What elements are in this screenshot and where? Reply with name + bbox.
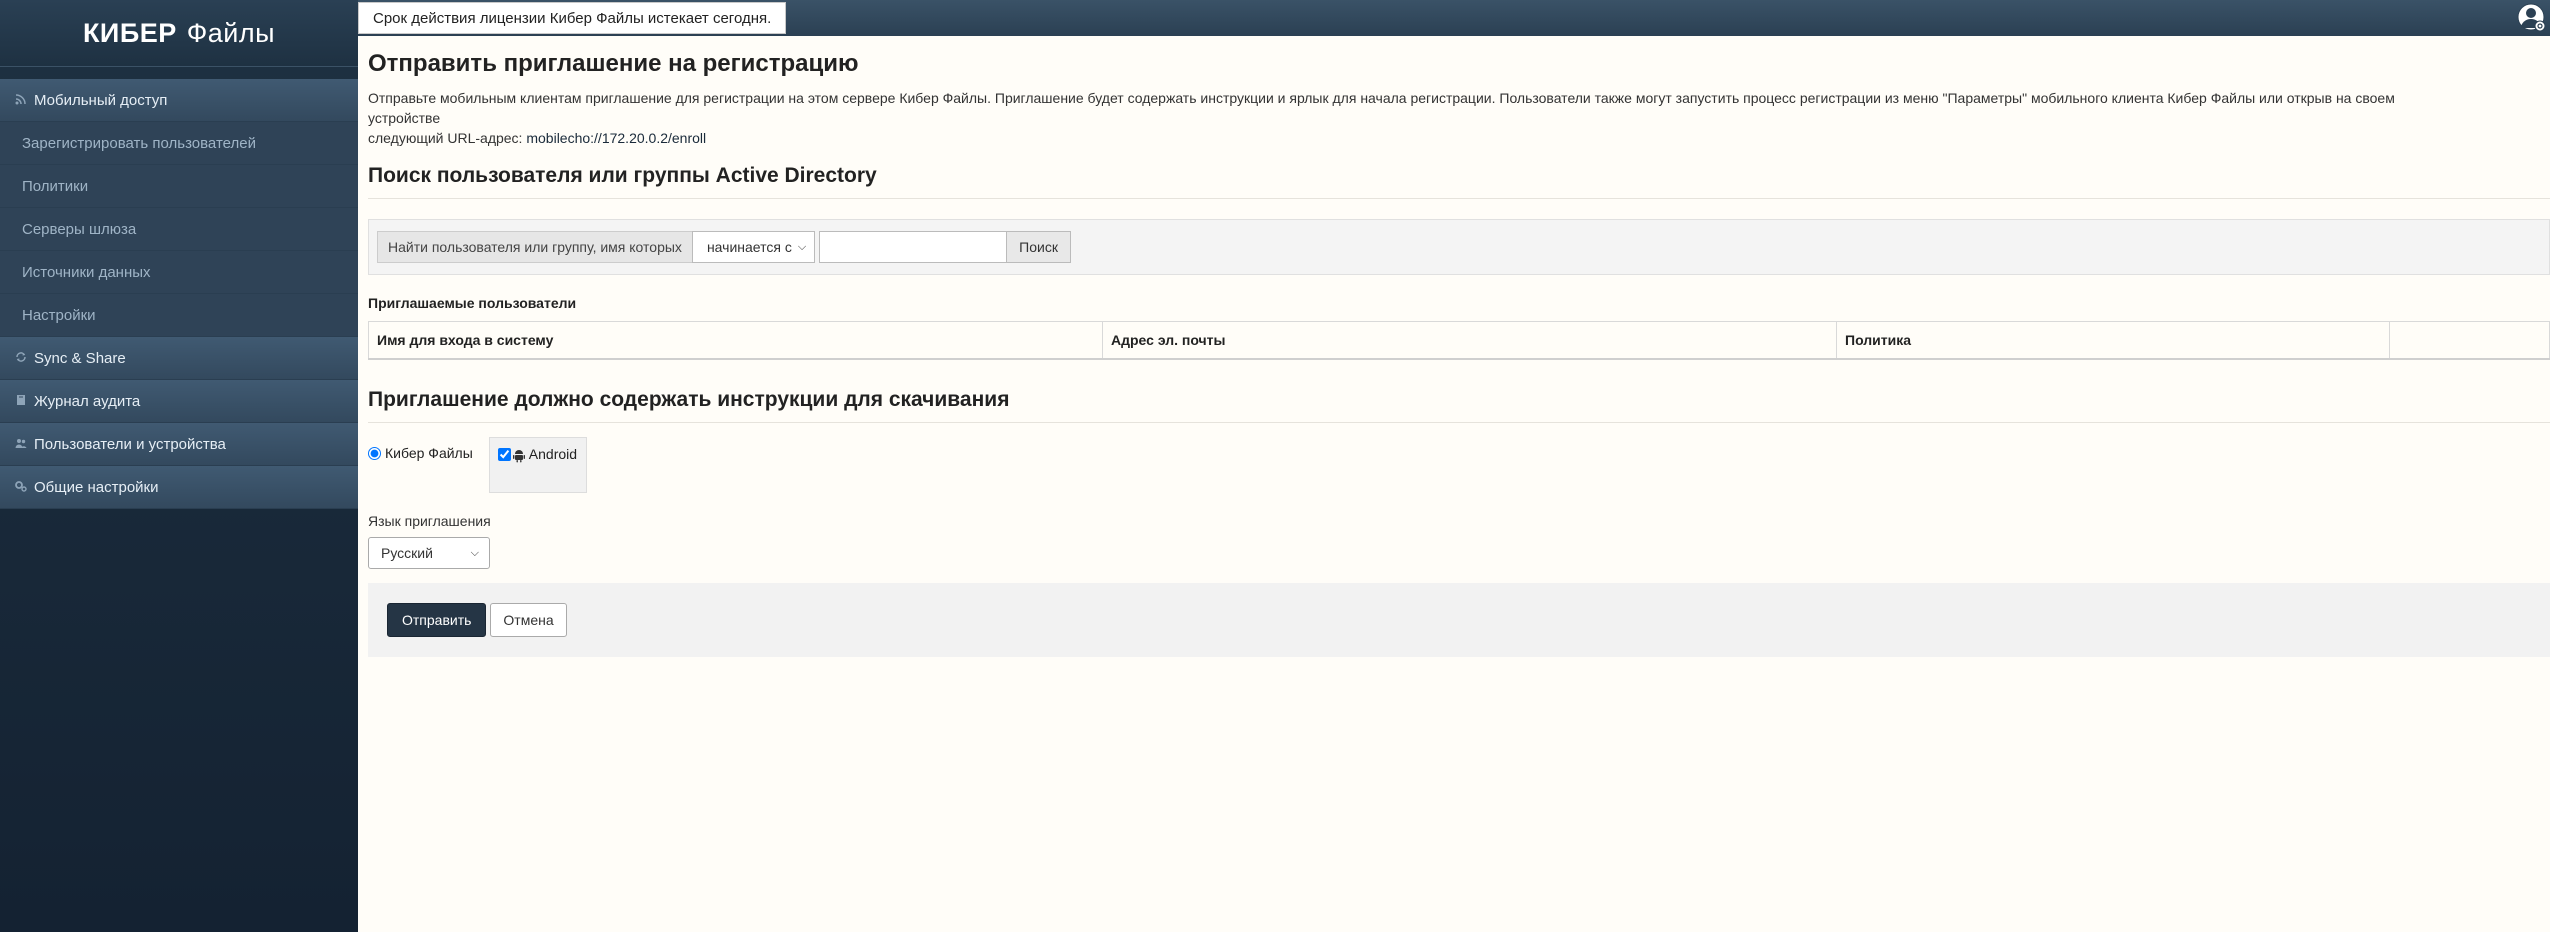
license-notice: Срок действия лицензии Кибер Файлы истек… <box>358 2 787 34</box>
column-header-actions <box>2389 321 2550 360</box>
app-logo[interactable]: КИБЕР Файлы <box>0 0 358 67</box>
download-options: Кибер Файлы Android <box>368 437 2550 493</box>
sidebar-section-label: Журнал аудита <box>34 392 141 410</box>
app-radio-label: Кибер Файлы <box>385 445 473 461</box>
user-avatar-icon[interactable] <box>2516 2 2546 32</box>
search-section-title: Поиск пользователя или группы Active Dir… <box>368 164 2550 199</box>
users-icon <box>14 437 28 451</box>
android-label: Android <box>528 446 578 462</box>
sidebar-item-enroll-users[interactable]: Зарегистрировать пользователей <box>0 122 358 165</box>
sidebar-item-settings[interactable]: Настройки <box>0 294 358 337</box>
table-header-row: Имя для входа в систему Адрес эл. почты … <box>368 321 2550 360</box>
language-value: Русский <box>381 545 433 561</box>
logo-brand: КИБЕР <box>82 17 177 48</box>
cancel-button[interactable]: Отмена <box>490 603 567 637</box>
column-header-email[interactable]: Адрес эл. почты <box>1102 321 1837 360</box>
sidebar-section-mobile-access[interactable]: Мобильный доступ <box>0 79 358 122</box>
rss-icon <box>14 93 28 107</box>
sidebar-section-users-devices[interactable]: Пользователи и устройства <box>0 423 358 466</box>
search-button[interactable]: Поиск <box>1006 231 1071 263</box>
sidebar-item-policies[interactable]: Политики <box>0 165 358 208</box>
sidebar-item-data-sources[interactable]: Источники данных <box>0 251 358 294</box>
book-icon <box>14 394 28 408</box>
sidebar-section-general-settings[interactable]: Общие настройки <box>0 466 358 509</box>
top-bar: Срок действия лицензии Кибер Файлы истек… <box>358 0 2550 36</box>
gears-icon <box>14 480 28 494</box>
description-text: Отправьте мобильным клиентам приглашение… <box>368 90 2395 126</box>
search-panel: Найти пользователя или группу, имя котор… <box>368 219 2550 275</box>
android-checkbox[interactable] <box>497 448 511 461</box>
sidebar-nav: Мобильный доступ Зарегистрировать пользо… <box>0 79 358 509</box>
platform-options: Android <box>488 437 587 493</box>
app-radio-option[interactable]: Кибер Файлы <box>368 445 473 461</box>
sidebar-section-label: Мобильный доступ <box>34 91 168 109</box>
page-title: Отправить приглашение на регистрацию <box>368 50 859 77</box>
search-label: Найти пользователя или группу, имя котор… <box>377 231 693 263</box>
match-mode-value: начинается с <box>706 239 792 255</box>
sidebar-section-audit-log[interactable]: Журнал аудита <box>0 380 358 423</box>
sidebar: КИБЕР Файлы Мобильный доступ Зарегистрир… <box>0 0 358 932</box>
invited-users-title: Приглашаемые пользователи <box>368 295 577 311</box>
sidebar-section-label: Общие настройки <box>34 478 159 496</box>
invited-users-table: Имя для входа в систему Адрес эл. почты … <box>368 321 2550 360</box>
action-bar: Отправить Отмена <box>368 583 2550 657</box>
chevron-down-icon: ⌵ <box>797 240 807 253</box>
match-mode-select[interactable]: начинается с ⌵ <box>691 231 816 263</box>
sidebar-section-sync-share[interactable]: Sync & Share <box>0 337 358 380</box>
page-description: Отправьте мобильным клиентам приглашение… <box>368 88 2468 148</box>
sync-icon <box>14 351 28 365</box>
android-icon <box>512 449 527 463</box>
main-content: Отправить приглашение на регистрацию Отп… <box>358 36 2550 932</box>
sidebar-section-label: Пользователи и устройства <box>34 435 226 453</box>
column-header-policy[interactable]: Политика <box>1836 321 2390 360</box>
description-text-url-prefix: следующий URL-адрес: <box>368 130 527 146</box>
column-header-login[interactable]: Имя для входа в систему <box>368 321 1103 360</box>
chevron-down-icon: ⌵ <box>470 546 479 559</box>
sidebar-section-label: Sync & Share <box>34 349 126 367</box>
language-select[interactable]: Русский ⌵ <box>368 537 490 569</box>
language-label: Язык приглашения <box>368 513 491 529</box>
enroll-url-link[interactable]: mobilecho://172.20.0.2/enroll <box>526 130 706 146</box>
send-button[interactable]: Отправить <box>387 603 487 637</box>
logo-product: Файлы <box>186 17 276 48</box>
instructions-section-title: Приглашение должно содержать инструкции … <box>368 388 2550 423</box>
search-input[interactable] <box>819 231 1008 263</box>
app-radio[interactable] <box>368 446 381 460</box>
sidebar-item-gateway-servers[interactable]: Серверы шлюза <box>0 208 358 251</box>
